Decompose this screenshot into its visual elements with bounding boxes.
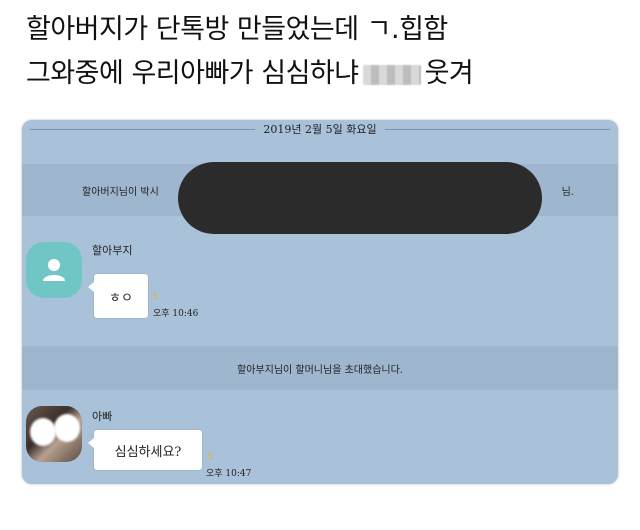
sender-name: 할아부지 — [92, 244, 133, 257]
message-time: 오후 10:47 — [206, 469, 252, 479]
person-icon — [43, 259, 65, 281]
message-text: 심심하세요? — [114, 444, 182, 460]
system-message-left: 할아버지님이 박시 — [82, 186, 159, 198]
date-divider: 2019년 2월 5일 화요일 — [22, 120, 618, 138]
chat-screenshot: 2019년 2월 5일 화요일 할아버지님이 박시 님. 할아부지 ㅎㅇ 5 오… — [22, 120, 618, 484]
unread-count: 5 — [153, 292, 159, 301]
system-message-text: 할아부지님이 할머니님을 초대했습니다. — [237, 364, 403, 376]
redaction-bar — [178, 162, 542, 234]
message-time: 오후 10:46 — [153, 309, 199, 319]
message-bubble[interactable]: 심심하세요? — [88, 430, 202, 470]
unread-count: 5 — [208, 452, 214, 461]
caption-line-2-end: 웃겨 — [424, 58, 474, 89]
avatar[interactable] — [26, 406, 82, 462]
avatar[interactable] — [26, 242, 82, 298]
divider-line — [30, 128, 256, 130]
message-bubble[interactable]: ㅎㅇ — [88, 274, 148, 318]
message-text: ㅎㅇ — [109, 290, 133, 306]
caption-line-2-start: 그와중에 우리아빠가 심심하냐 — [26, 58, 359, 89]
caption-line-1: 할아버지가 단톡방 만들었는데 ㄱ.힙함 — [26, 14, 448, 45]
divider-line — [384, 128, 611, 130]
blurred-face — [30, 418, 56, 446]
blurred-face — [54, 414, 80, 442]
blurred-text — [362, 64, 421, 85]
caption-line-2: 그와중에 우리아빠가 심심하냐 웃겨 — [26, 52, 626, 96]
sender-name: 아빠 — [92, 410, 113, 423]
post-caption: 할아버지가 단톡방 만들었는데 ㄱ.힙함 그와중에 우리아빠가 심심하냐 웃겨 — [26, 8, 626, 96]
chat-date: 2019년 2월 5일 화요일 — [263, 123, 377, 136]
system-message-invite: 할아부지님이 할머니님을 초대했습니다. — [22, 346, 618, 390]
system-message-right: 님. — [561, 186, 574, 198]
